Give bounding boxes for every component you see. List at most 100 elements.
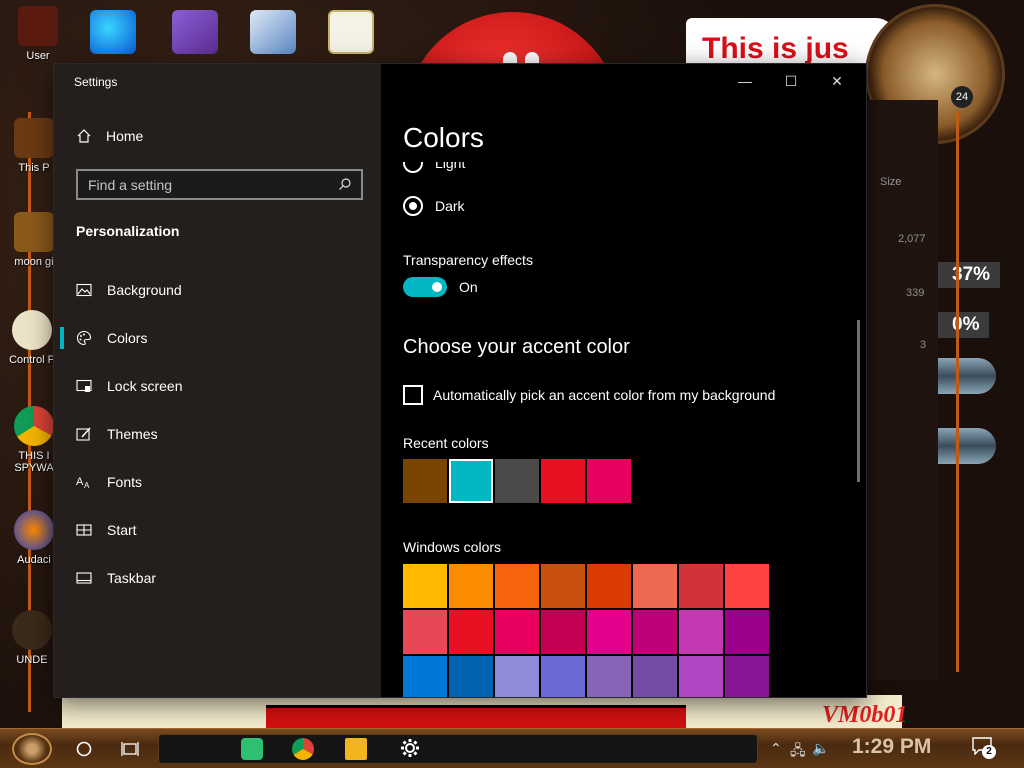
task-view-button[interactable] [116, 735, 144, 763]
lightbulb-icon [12, 310, 52, 350]
notification-count-badge: 2 [982, 745, 996, 759]
color-swatch[interactable] [633, 564, 677, 608]
chevron-up-icon[interactable]: ⌃ [770, 740, 782, 757]
notification-center-button[interactable]: 2 [972, 737, 996, 760]
nav-home-label: Home [106, 128, 144, 144]
sidebar-item-taskbar[interactable]: Taskbar [54, 554, 381, 602]
taskbar: ⌃ 🖧 🔈 1:29 PM 2 [0, 728, 1024, 768]
color-swatch[interactable] [587, 564, 631, 608]
color-swatch[interactable] [633, 610, 677, 654]
radio-light[interactable]: Light [403, 162, 465, 173]
color-swatch[interactable] [679, 656, 723, 697]
color-swatch[interactable] [679, 564, 723, 608]
color-swatch[interactable] [449, 459, 493, 503]
nav-home[interactable]: Home [76, 128, 143, 144]
maximize-button[interactable]: ☐ [768, 71, 814, 91]
close-button[interactable]: ✕ [814, 71, 860, 91]
color-swatch[interactable] [495, 610, 539, 654]
network-icon[interactable]: 🖧 [790, 740, 806, 764]
system-monitor-gadget: Size 2,077 339 3 [860, 100, 938, 680]
banner-text: This is jus [702, 32, 849, 65]
color-swatch[interactable] [725, 564, 769, 608]
start-icon [76, 522, 92, 538]
color-swatch[interactable] [679, 610, 723, 654]
hxd-icon[interactable] [328, 10, 374, 54]
chrome-icon[interactable] [292, 738, 314, 760]
transparency-toggle-row: On [403, 277, 478, 297]
auto-accent-checkbox[interactable] [403, 385, 423, 405]
color-swatch[interactable] [449, 656, 493, 697]
auto-accent-checkbox-row[interactable]: Automatically pick an accent color from … [403, 385, 775, 405]
color-swatch[interactable] [633, 656, 677, 697]
taskbar-clock[interactable]: 1:29 PM [852, 735, 931, 759]
search-icon[interactable] [337, 177, 353, 193]
vm-watermark: VM0b01 [822, 702, 908, 728]
wallpaper-strip [62, 695, 902, 729]
minimize-button[interactable]: — [722, 71, 768, 91]
color-swatch[interactable] [541, 459, 585, 503]
sidebar-item-colors[interactable]: Colors [54, 314, 381, 362]
visual-studio-icon[interactable] [172, 10, 218, 54]
color-swatch[interactable] [449, 564, 493, 608]
radio-label: Dark [435, 198, 465, 214]
volume-muted-icon[interactable]: 🔈 [812, 740, 829, 757]
gadget-value: 339 [906, 287, 925, 299]
start-button[interactable] [12, 733, 52, 765]
cortana-button[interactable] [70, 735, 98, 763]
color-swatch[interactable] [403, 459, 447, 503]
radio-button[interactable] [403, 196, 423, 216]
color-swatch[interactable] [541, 564, 585, 608]
page-title: Colors [403, 122, 484, 153]
pipe-decoration [938, 358, 996, 394]
color-swatch[interactable] [587, 610, 631, 654]
color-swatch[interactable] [403, 610, 447, 654]
search-box[interactable] [76, 169, 363, 200]
copper-rod-decoration [956, 112, 959, 672]
color-swatch[interactable] [449, 610, 493, 654]
color-swatch[interactable] [725, 656, 769, 697]
radio-button[interactable] [403, 162, 423, 173]
transparency-toggle[interactable] [403, 277, 447, 297]
virtualbox-icon[interactable] [250, 10, 296, 54]
sidebar-item-lock-screen[interactable]: Lock screen [54, 362, 381, 410]
sidebar-item-fonts[interactable]: AA Fonts [54, 458, 381, 506]
edge-icon[interactable] [90, 10, 136, 54]
ram-percent-meter: 0% [938, 312, 990, 338]
color-swatch[interactable] [495, 564, 539, 608]
radio-dark[interactable]: Dark [403, 196, 465, 216]
gadget-value: 2,077 [898, 233, 926, 245]
color-swatch[interactable] [541, 610, 585, 654]
notes-icon[interactable] [241, 738, 263, 760]
file-explorer-icon[interactable] [345, 738, 367, 760]
color-swatch[interactable] [495, 656, 539, 697]
taskbar-icon [76, 570, 92, 586]
gadget-value: 3 [920, 339, 927, 351]
color-swatch[interactable] [403, 656, 447, 697]
color-swatch[interactable] [587, 459, 631, 503]
computer-icon [14, 118, 54, 158]
content-scrollbar[interactable] [857, 320, 860, 482]
color-swatch[interactable] [725, 610, 769, 654]
recent-colors-label: Recent colors [403, 435, 489, 451]
settings-gear-icon[interactable] [396, 734, 424, 762]
svg-text:A: A [76, 476, 84, 488]
recent-colors-grid [403, 459, 769, 503]
settings-content: — ☐ ✕ Colors Light Dark Transparency eff… [381, 64, 866, 697]
color-swatch[interactable] [587, 656, 631, 697]
window-title: Settings [74, 75, 118, 89]
svg-text:A: A [84, 481, 90, 490]
sidebar-item-themes[interactable]: Themes [54, 410, 381, 458]
color-swatch[interactable] [403, 564, 447, 608]
color-swatch[interactable] [495, 459, 539, 503]
sidebar-item-background[interactable]: Background [54, 266, 381, 314]
sidebar-item-label: Background [107, 282, 182, 298]
windows-colors-label: Windows colors [403, 539, 502, 555]
color-swatch[interactable] [541, 656, 585, 697]
sidebar-item-start[interactable]: Start [54, 506, 381, 554]
sidebar-group-title: Personalization [76, 223, 180, 239]
gadget-size-label: Size [880, 176, 902, 188]
moon-icon [14, 212, 54, 252]
desktop-icon-user[interactable]: User [6, 6, 70, 62]
search-input[interactable] [78, 171, 361, 198]
sidebar-item-label: Taskbar [107, 570, 157, 586]
